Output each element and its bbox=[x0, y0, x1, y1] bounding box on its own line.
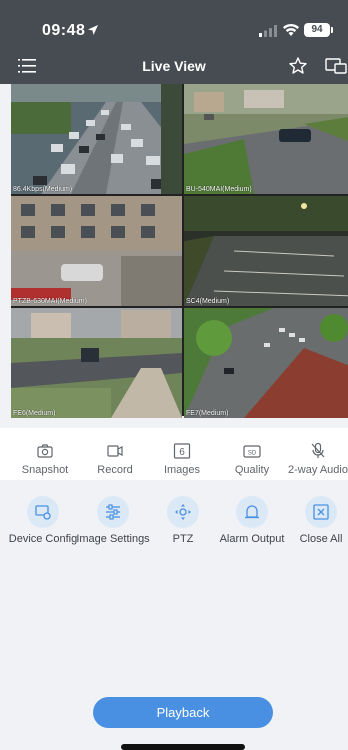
camera-label: FE7(Medium) bbox=[186, 410, 229, 417]
playback-button[interactable]: Playback bbox=[93, 697, 273, 728]
device-config-icon bbox=[35, 505, 51, 520]
camera-label: FE6(Medium) bbox=[13, 410, 56, 417]
camera-label: SC4(Medium) bbox=[186, 298, 230, 305]
camera-tile[interactable]: FE6(Medium) bbox=[11, 308, 182, 418]
microphone-icon bbox=[311, 442, 325, 458]
nav-bar: Live View bbox=[0, 50, 348, 82]
camera-label: PTZB-630MAI(Medium) bbox=[13, 298, 87, 305]
favorite-star-icon[interactable] bbox=[288, 56, 308, 76]
battery-indicator: 94 bbox=[304, 23, 333, 37]
camera-tile[interactable]: PTZB-630MAI(Medium) bbox=[11, 196, 182, 306]
cellular-signal-icon bbox=[259, 25, 277, 37]
camera-tile[interactable]: 86.4Kbps(Medium) bbox=[11, 84, 182, 194]
camera-feed-residential bbox=[11, 308, 182, 418]
alarm-bell-icon bbox=[245, 505, 259, 519]
two-way-audio-button[interactable]: 2-way Audio bbox=[277, 428, 348, 480]
multi-screen-icon[interactable] bbox=[325, 58, 347, 74]
camera-feed-parking-building bbox=[11, 196, 182, 306]
svg-text:SD: SD bbox=[248, 450, 257, 456]
location-arrow-icon bbox=[88, 25, 98, 35]
camera-label: 86.4Kbps(Medium) bbox=[13, 186, 73, 193]
camera-tile[interactable]: FE7(Medium) bbox=[184, 308, 348, 418]
status-bar: 09:48 94 bbox=[0, 0, 348, 44]
camera-feed-night-lot bbox=[184, 196, 348, 306]
wifi-icon bbox=[283, 23, 299, 36]
ptz-icon bbox=[175, 504, 191, 520]
camera-feed-aerial bbox=[184, 308, 348, 418]
app-header: 09:48 94 Live View bbox=[0, 0, 348, 84]
camera-tile[interactable]: SC4(Medium) bbox=[184, 196, 348, 306]
close-all-icon bbox=[313, 504, 329, 520]
camera-tile[interactable]: BU-540MAI(Medium) bbox=[184, 84, 348, 194]
video-record-icon bbox=[107, 445, 123, 457]
camera-icon bbox=[37, 444, 53, 458]
home-indicator bbox=[121, 744, 245, 750]
camera-label: BU-540MAI(Medium) bbox=[186, 186, 252, 193]
device-controls-toolbar: Device Config Image Settings PTZ Alarm O… bbox=[0, 492, 348, 552]
close-all-button[interactable]: Close All bbox=[276, 492, 348, 552]
status-time: 09:48 bbox=[42, 22, 86, 39]
app-screen: 09:48 94 Live View 86.4Kbps(Medium) BU-5… bbox=[0, 0, 348, 750]
camera-feed-highway bbox=[11, 84, 182, 194]
camera-grid: 86.4Kbps(Medium) BU-540MAI(Medium) PTZB-… bbox=[11, 84, 348, 418]
quality-sd-icon: SD bbox=[243, 445, 261, 458]
camera-feed-street bbox=[184, 84, 348, 194]
sliders-icon bbox=[106, 504, 120, 520]
live-controls-toolbar: Snapshot Record 6 Images SD Quality 2-wa… bbox=[0, 428, 348, 480]
images-count-icon: 6 bbox=[173, 443, 191, 459]
svg-text:6: 6 bbox=[179, 447, 185, 458]
